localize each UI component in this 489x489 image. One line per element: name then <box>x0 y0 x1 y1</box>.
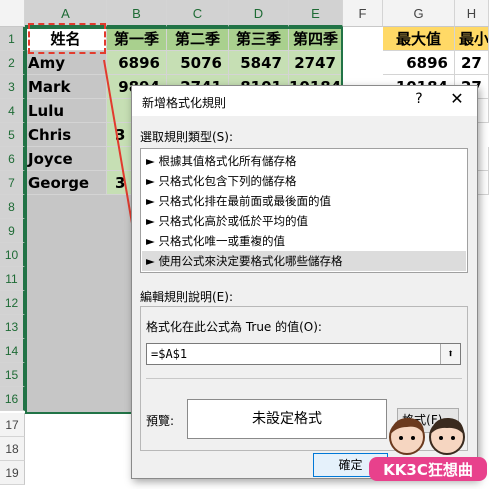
cell-value[interactable]: 5076 <box>167 51 229 75</box>
watermark-logo: KK3C狂想曲 <box>363 405 489 489</box>
column-header-d[interactable]: D <box>229 0 289 27</box>
cell-max[interactable]: 6896 <box>383 51 455 75</box>
preview-label: 預覽: <box>146 414 175 428</box>
row-header[interactable]: 2 <box>0 51 25 75</box>
cell-name[interactable]: Joyce <box>25 147 107 171</box>
rule-type-item-selected[interactable]: ► 使用公式來決定要格式化哪些儲存格 <box>142 251 466 271</box>
row-header[interactable]: 4 <box>0 99 25 123</box>
column-header-g[interactable]: G <box>383 0 455 27</box>
cell-d1[interactable]: 第三季 <box>229 27 289 51</box>
column-header-b[interactable]: B <box>107 0 167 27</box>
edit-rule-label: 編輯規則說明(E): <box>140 290 233 304</box>
column-header-h[interactable]: H <box>455 0 489 27</box>
row-header[interactable]: 14 <box>0 339 25 363</box>
dialog-title: 新增格式化規則 <box>142 96 227 110</box>
column-header-e[interactable]: E <box>289 0 343 27</box>
cell-g1[interactable]: 最大值 <box>383 27 455 51</box>
row-header[interactable]: 16 <box>0 387 25 411</box>
row-header[interactable]: 7 <box>0 171 25 195</box>
cell-b1[interactable]: 第一季 <box>107 27 167 51</box>
cell-c1[interactable]: 第二季 <box>167 27 229 51</box>
row-header[interactable]: 6 <box>0 147 25 171</box>
cell-e1[interactable]: 第四季 <box>289 27 343 51</box>
close-button[interactable]: ✕ <box>448 89 466 108</box>
row-header[interactable]: 9 <box>0 219 25 243</box>
row-header[interactable]: 5 <box>0 123 25 147</box>
row-header[interactable]: 8 <box>0 195 25 219</box>
rule-type-item[interactable]: ► 只格式化唯一或重複的值 <box>146 231 285 251</box>
rule-type-list[interactable]: ► 根據其值格式化所有儲存格 ► 只格式化包含下列的儲存格 ► 只格式化排在最前… <box>140 148 468 273</box>
row-header[interactable]: 1 <box>0 27 25 51</box>
formula-input[interactable]: =$A$1 ⬆ <box>146 343 461 365</box>
help-button[interactable]: ? <box>411 91 427 107</box>
cell-name[interactable]: Lulu <box>25 99 107 123</box>
row-header[interactable]: 17 <box>0 413 25 437</box>
rule-type-item[interactable]: ► 只格式化排在最前面或最後面的值 <box>146 191 331 211</box>
cell-value[interactable]: 2747 <box>289 51 343 75</box>
row-header[interactable]: 10 <box>0 243 25 267</box>
watermark-text: KK3C狂想曲 <box>383 461 473 479</box>
row-header[interactable]: 18 <box>0 437 25 461</box>
select-all-corner[interactable] <box>0 0 25 27</box>
format-preview: 未設定格式 <box>187 399 387 439</box>
cell-name[interactable]: George <box>25 171 107 195</box>
cell-name[interactable]: Chris <box>25 123 107 147</box>
cell-name[interactable]: Mark <box>25 75 107 99</box>
column-header-f[interactable]: F <box>343 0 383 27</box>
cell-name[interactable]: Amy <box>25 51 107 75</box>
rule-type-item[interactable]: ► 根據其值格式化所有儲存格 <box>146 151 297 171</box>
collapse-dialog-icon[interactable]: ⬆ <box>440 344 460 364</box>
row-header[interactable]: 15 <box>0 363 25 387</box>
row-header[interactable]: 12 <box>0 291 25 315</box>
row-header[interactable]: 19 <box>0 461 25 485</box>
column-header-c[interactable]: C <box>167 0 229 27</box>
cell-value[interactable]: 6896 <box>107 51 167 75</box>
rule-type-item[interactable]: ► 只格式化包含下列的儲存格 <box>146 171 297 191</box>
rule-type-item[interactable]: ► 只格式化高於或低於平均的值 <box>146 211 308 231</box>
row-header[interactable]: 13 <box>0 315 25 339</box>
cell-min[interactable]: 27 <box>455 51 489 75</box>
rule-type-label: 選取規則類型(S): <box>140 130 234 144</box>
formula-value: =$A$1 <box>151 347 188 361</box>
divider <box>146 378 462 379</box>
row-header[interactable]: 11 <box>0 267 25 291</box>
copy-marquee <box>28 23 106 54</box>
dialog-title-bar[interactable]: 新增格式化規則 ? ✕ <box>132 86 477 116</box>
formula-label: 格式化在此公式為 True 的值(O): <box>146 320 322 334</box>
row-header[interactable]: 3 <box>0 75 25 99</box>
cell-h1[interactable]: 最小 <box>455 27 489 51</box>
cell-value[interactable]: 5847 <box>229 51 289 75</box>
